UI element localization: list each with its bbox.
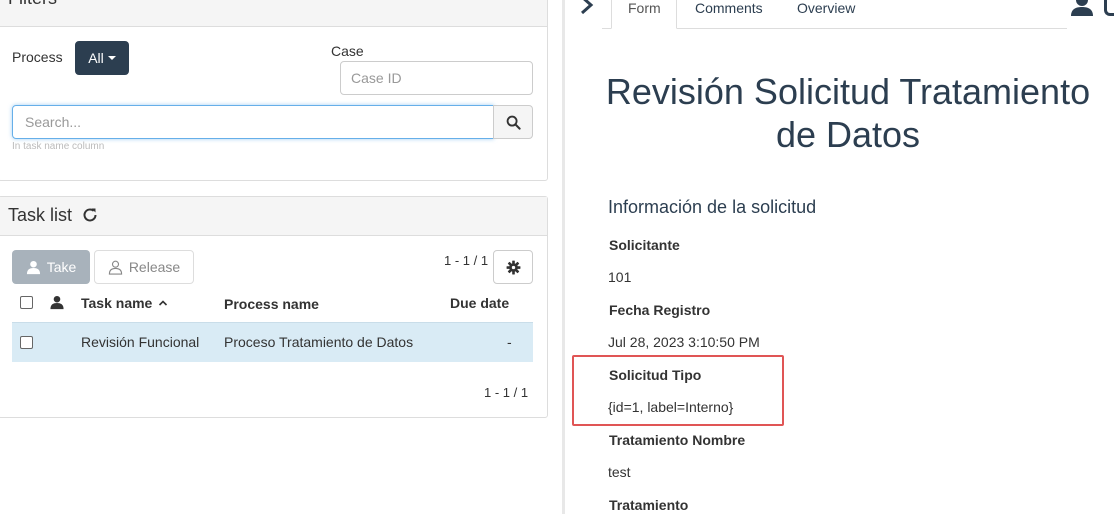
- field-value-solicitante: 101: [608, 269, 632, 285]
- case-id-input[interactable]: Case ID: [340, 61, 533, 95]
- col-due-date[interactable]: Due date: [450, 295, 509, 311]
- case-label: Case: [331, 43, 364, 59]
- take-label: Take: [46, 259, 77, 275]
- process-dropdown[interactable]: All: [75, 41, 129, 75]
- row-checkbox[interactable]: [20, 336, 33, 349]
- sort-up-icon[interactable]: [158, 299, 168, 307]
- refresh-icon[interactable]: [81, 206, 99, 224]
- highlight-annotation: [572, 355, 784, 426]
- release-button[interactable]: Release: [94, 250, 194, 284]
- tasklist-heading: Task list: [0, 197, 547, 236]
- col-task-name[interactable]: Task name: [81, 295, 152, 311]
- search-icon: [506, 115, 521, 130]
- search-input[interactable]: Search...: [12, 105, 494, 139]
- filters-heading: Filters: [0, 0, 547, 27]
- user-icon: [26, 260, 40, 274]
- tab-form-label[interactable]: Form: [628, 0, 661, 16]
- row-task-name[interactable]: Revisión Funcional: [81, 334, 199, 350]
- assignee-column-icon: [50, 295, 64, 310]
- form-title: Revisión Solicitud Tratamiento de Datos: [598, 70, 1098, 156]
- form-title-line1: Revisión Solicitud Tratamiento: [605, 71, 1091, 112]
- search-hint: In task name column: [12, 141, 105, 152]
- tab-overview[interactable]: Overview: [797, 0, 855, 16]
- field-value-fecha-registro: Jul 28, 2023 3:10:50 PM: [608, 334, 760, 350]
- maximize-icon[interactable]: [1104, 0, 1114, 16]
- tasklist-title: Task list: [8, 205, 73, 225]
- pager-bottom: 1 - 1 / 1: [484, 385, 529, 400]
- select-all-checkbox[interactable]: [20, 296, 33, 309]
- row-due-date: -: [507, 334, 512, 350]
- process-dropdown-value: All: [88, 50, 104, 66]
- release-label: Release: [128, 259, 181, 275]
- field-label-solicitud-tipo: Solicitud Tipo: [609, 367, 702, 383]
- pane-divider[interactable]: [562, 0, 565, 514]
- process-label: Process: [12, 49, 63, 65]
- user-icon[interactable]: [1071, 0, 1093, 16]
- field-label-tratamiento: Tratamiento: [609, 497, 689, 513]
- field-value-solicitud-tipo: {id=1, label=Interno}: [608, 399, 734, 415]
- tab-comments[interactable]: Comments: [695, 0, 763, 16]
- gear-icon: [506, 260, 520, 274]
- settings-button[interactable]: [493, 250, 533, 284]
- field-value-tratamiento-nombre: test: [608, 464, 631, 480]
- col-process-name[interactable]: Process name: [224, 296, 319, 312]
- take-button[interactable]: Take: [12, 250, 90, 284]
- row-process-name: Proceso Tratamiento de Datos: [224, 334, 414, 350]
- field-label-tratamiento-nombre: Tratamiento Nombre: [609, 432, 746, 448]
- section-title: Información de la solicitud: [608, 197, 817, 217]
- search-button[interactable]: [493, 105, 533, 139]
- field-label-fecha-registro: Fecha Registro: [609, 302, 711, 318]
- pager-top: 1 - 1 / 1: [444, 253, 489, 268]
- caret-down-icon: [107, 56, 116, 60]
- user-outline-icon: [108, 260, 122, 275]
- form-title-line2: de Datos: [775, 114, 921, 155]
- chevron-right-icon[interactable]: [578, 0, 596, 16]
- filters-title: Filters: [8, 0, 57, 9]
- field-label-solicitante: Solicitante: [609, 237, 680, 253]
